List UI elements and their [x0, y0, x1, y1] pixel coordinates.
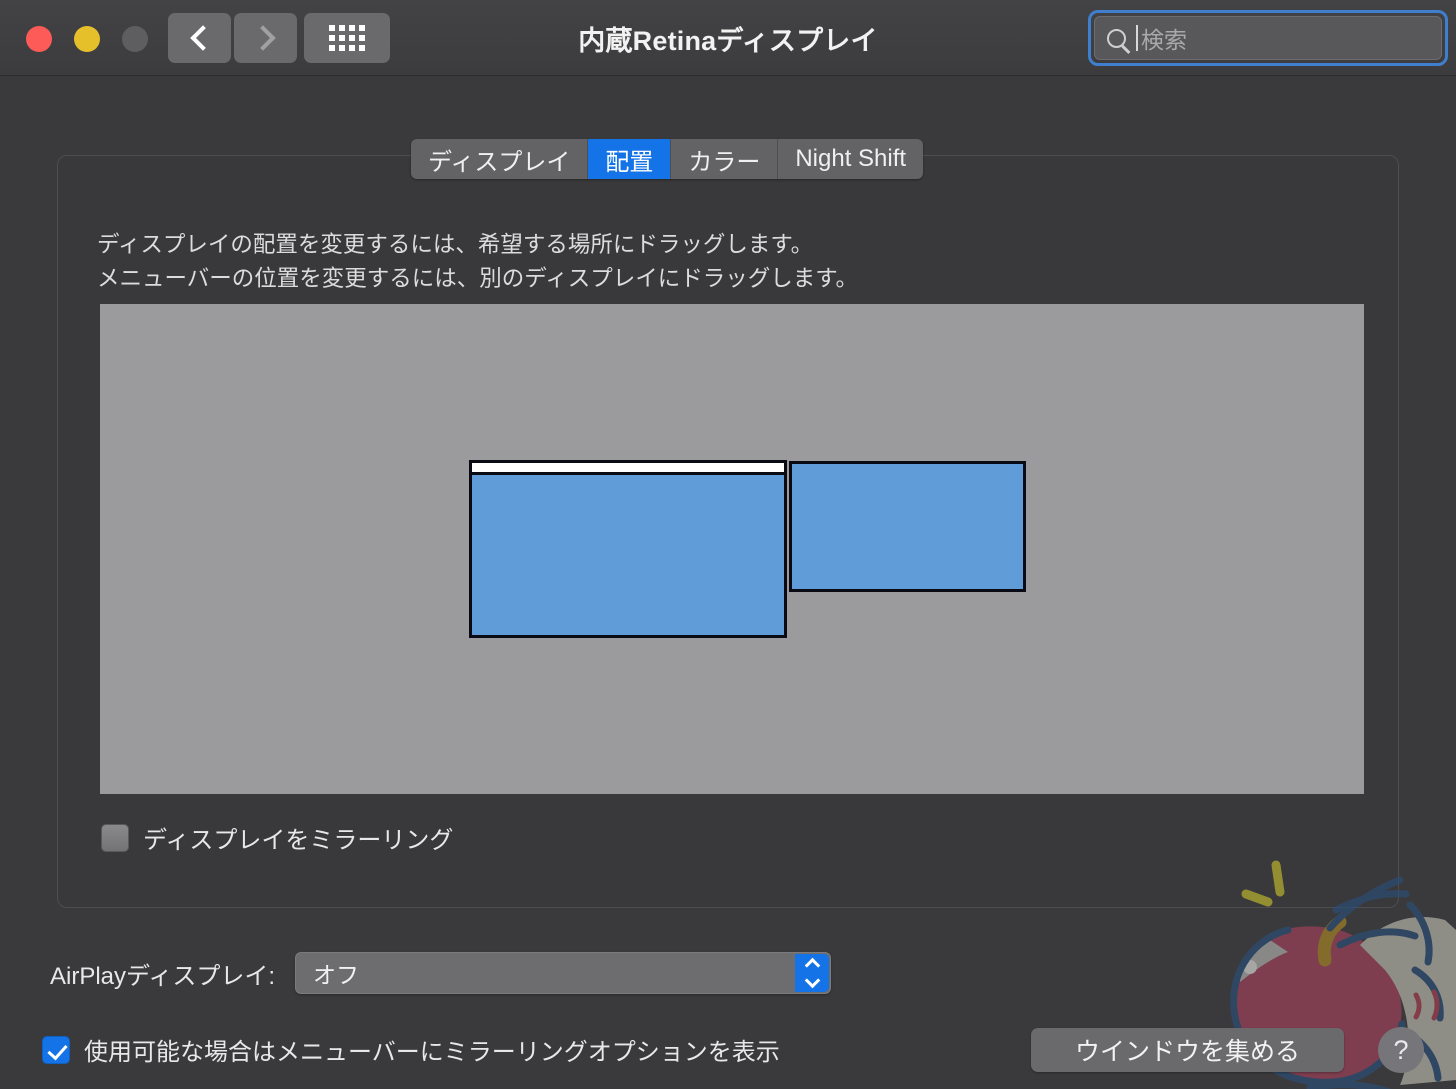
show-mirroring-options-checkbox[interactable]	[42, 1036, 70, 1064]
tab-arrangement[interactable]: 配置	[588, 139, 671, 179]
instruction-line-2: メニューバーの位置を変更するには、別のディスプレイにドラッグします。	[97, 262, 858, 296]
text-caret	[1136, 25, 1138, 51]
search-input[interactable]: 検索	[1094, 16, 1442, 60]
secondary-display-tile[interactable]	[789, 461, 1026, 592]
mirror-displays-row[interactable]: ディスプレイをミラーリング	[101, 820, 453, 855]
tab-night-shift[interactable]: Night Shift	[778, 139, 923, 179]
chevron-updown-icon[interactable]	[795, 954, 829, 992]
airplay-popup-button[interactable]: オフ	[295, 952, 831, 994]
show-mirroring-options-row[interactable]: 使用可能な場合はメニューバーにミラーリングオプションを表示	[42, 1032, 780, 1067]
help-button[interactable]: ?	[1378, 1027, 1424, 1073]
tab-display[interactable]: ディスプレイ	[411, 139, 588, 179]
search-field-wrapper[interactable]: 検索	[1088, 10, 1448, 66]
tab-color[interactable]: カラー	[671, 139, 778, 179]
tab-bar: ディスプレイ 配置 カラー Night Shift	[411, 139, 923, 179]
search-icon	[1107, 29, 1126, 48]
display-arrangement-canvas[interactable]	[100, 304, 1364, 794]
airplay-label: AirPlayディスプレイ:	[50, 956, 275, 991]
search-placeholder: 検索	[1141, 21, 1187, 55]
mirror-displays-checkbox[interactable]	[101, 824, 129, 852]
gather-windows-button[interactable]: ウインドウを集める	[1031, 1028, 1344, 1072]
airplay-selected-value: オフ	[296, 956, 359, 990]
primary-display-tile[interactable]	[469, 460, 787, 638]
instruction-line-1: ディスプレイの配置を変更するには、希望する場所にドラッグします。	[97, 228, 858, 262]
mirror-displays-label: ディスプレイをミラーリング	[143, 820, 453, 855]
system-preferences-window: 内蔵Retinaディスプレイ 検索 ディスプレイ 配置 カラー Night Sh…	[0, 0, 1456, 1089]
show-mirroring-options-label: 使用可能な場合はメニューバーにミラーリングオプションを表示	[84, 1032, 780, 1067]
window-toolbar: 内蔵Retinaディスプレイ 検索	[0, 0, 1456, 76]
menu-bar-strip[interactable]	[472, 463, 784, 475]
airplay-display-row: AirPlayディスプレイ: オフ	[50, 952, 831, 994]
instruction-text: ディスプレイの配置を変更するには、希望する場所にドラッグします。 メニューバーの…	[97, 228, 858, 296]
